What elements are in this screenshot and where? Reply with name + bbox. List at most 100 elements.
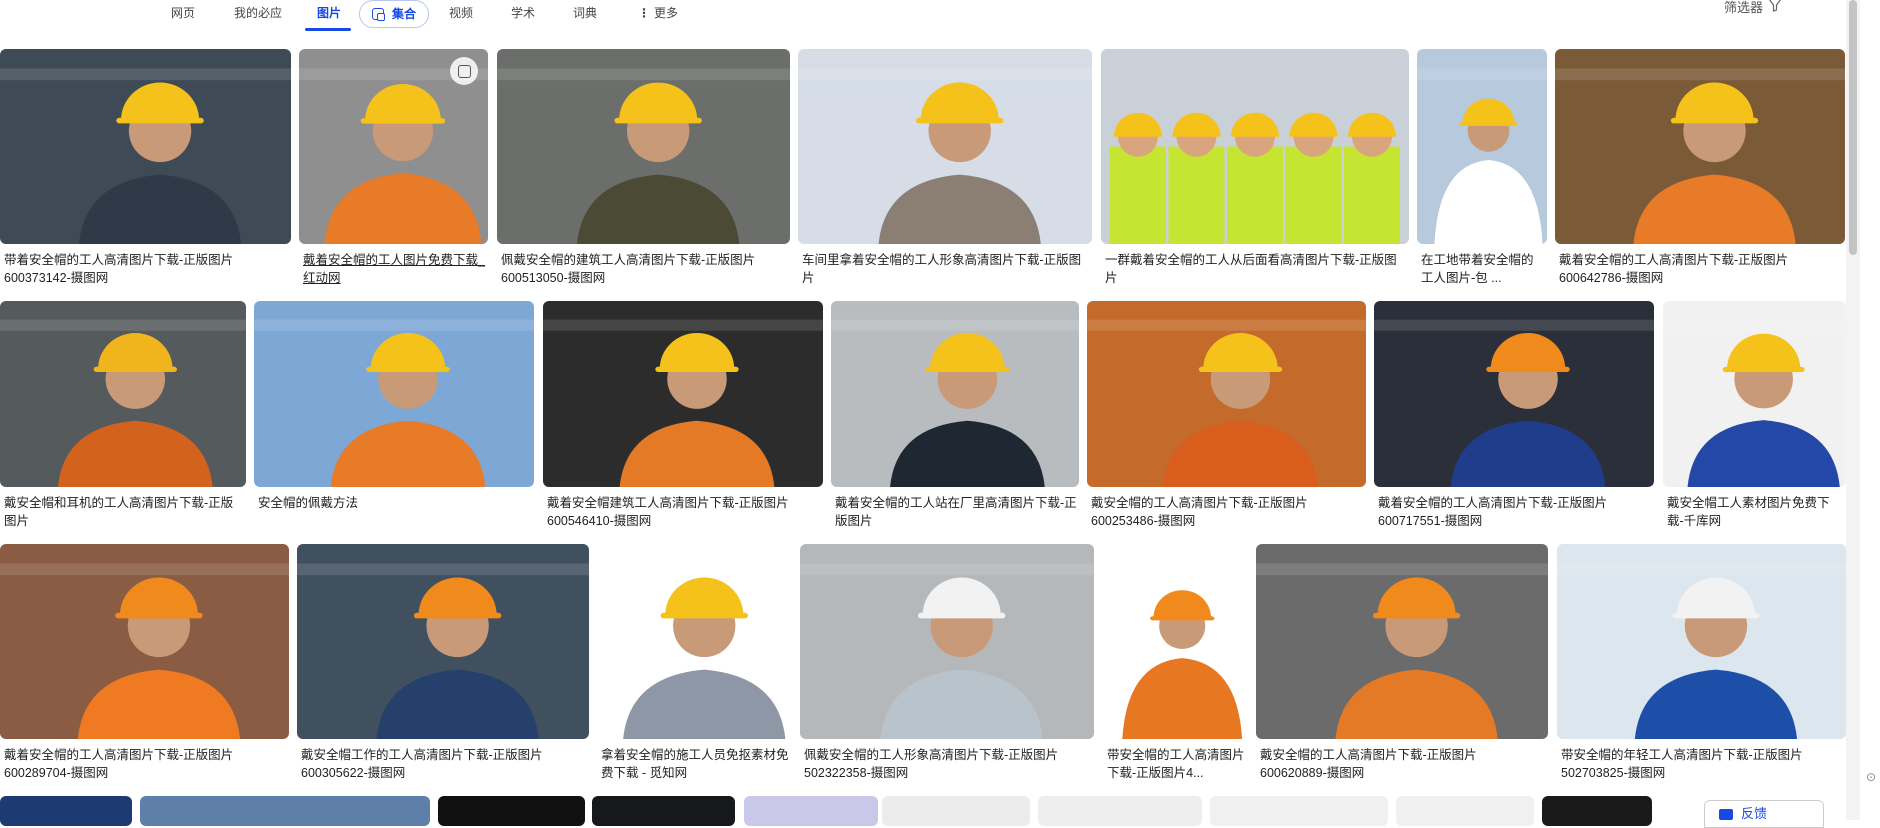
image-result-card[interactable]: 在工地带着安全帽的工人图片-包 ... [1417, 49, 1547, 291]
add-to-collection-icon[interactable] [450, 57, 478, 85]
image-result-card[interactable]: 一群戴着安全帽的工人从后面看高清图片下载-正版图片502598119-摄图网 [1101, 49, 1409, 291]
result-thumbnail[interactable] [438, 796, 585, 826]
result-caption[interactable]: 戴安全帽的工人高清图片下载-正版图片 600620889-摄图网 [1260, 746, 1546, 782]
tab-dictionary[interactable]: 词典 [573, 0, 597, 32]
image-result-card[interactable]: 带安全帽的工人高清图片下载-正版图片4... [1103, 544, 1247, 786]
tab-my-bing[interactable]: 我的必应 [234, 0, 282, 32]
result-thumbnail[interactable] [597, 544, 792, 739]
image-result-card[interactable]: 佩戴安全帽的工人形象高清图片下载-正版图片 502322358-摄图网 [800, 544, 1094, 786]
image-result-card[interactable]: 戴安全帽的工人高清图片下载-正版图片 600620889-摄图网 [1256, 544, 1548, 786]
image-result-card[interactable]: 戴安全帽的工人高清图片下载-正版图片 600253486-摄图网 [1087, 301, 1366, 534]
result-caption[interactable]: 戴着安全帽的工人高清图片下载-正版图片 600289704-摄图网 [4, 746, 287, 782]
result-thumbnail[interactable] [1557, 544, 1846, 739]
result-caption[interactable]: 在工地带着安全帽的工人图片-包 ... [1421, 251, 1545, 287]
result-thumbnail[interactable] [800, 544, 1094, 739]
result-caption[interactable]: 拿着安全帽的施工人员免抠素材免费下载 - 觅知网 [601, 746, 790, 782]
image-result-card[interactable]: 戴着安全帽的工人高清图片下载-正版图片 600717551-摄图网 [1374, 301, 1654, 534]
image-result-card[interactable]: 佩戴安全帽的建筑工人高清图片下载-正版图片 600513050-摄图网 [497, 49, 790, 291]
caption-title: 戴着安全帽的工人站在厂里高清图片下载-正版图片 [835, 496, 1077, 528]
tab-videos[interactable]: 视频 [449, 0, 473, 32]
result-caption[interactable]: 带着安全帽的工人高清图片下载-正版图片 600373142-摄图网 [4, 251, 289, 287]
filter-funnel-icon[interactable] [1768, 0, 1782, 12]
result-thumbnail[interactable] [592, 796, 735, 826]
image-result-card[interactable]: 带着安全帽的工人高清图片下载-正版图片 600373142-摄图网 [0, 49, 291, 291]
scrollbar-thumb[interactable] [1849, 0, 1857, 255]
result-caption[interactable]: 戴安全帽的工人高清图片下载-正版图片 600253486-摄图网 [1091, 494, 1364, 530]
result-thumbnail[interactable] [1663, 301, 1846, 487]
result-thumbnail[interactable] [1542, 796, 1652, 826]
result-thumbnail[interactable] [0, 796, 132, 826]
result-thumbnail[interactable] [1210, 796, 1388, 826]
caption-title: 拿着安全帽的施工人员免抠素材免费下载 - 觅知网 [601, 748, 789, 780]
image-result-card[interactable]: 戴着安全帽建筑工人高清图片下载-正版图片 600546410-摄图网 [543, 301, 823, 534]
feedback-icon [1719, 809, 1733, 820]
result-caption[interactable]: 一群戴着安全帽的工人从后面看高清图片下载-正版图片502598119-摄图网 [1105, 251, 1407, 287]
caption-title: 佩戴安全帽的建筑工人高清图片下载-正版图片 [501, 253, 756, 267]
result-caption[interactable]: 车间里拿着安全帽的工人形象高清图片下载-正版图片502362147-摄图网 [802, 251, 1090, 287]
result-thumbnail[interactable] [1555, 49, 1845, 244]
result-thumbnail[interactable] [1417, 49, 1547, 244]
result-thumbnail[interactable] [1374, 301, 1654, 487]
result-thumbnail[interactable] [254, 301, 534, 487]
caption-title: 戴安全帽的工人高清图片下载-正版图片 [1260, 748, 1477, 762]
result-caption[interactable]: 带安全帽的年轻工人高清图片下载-正版图片 502703825-摄图网 [1561, 746, 1844, 782]
image-result-card[interactable]: 戴着安全帽的工人站在厂里高清图片下载-正版图片501818134-摄图网 [831, 301, 1079, 534]
result-thumbnail[interactable] [1396, 796, 1534, 826]
result-thumbnail[interactable] [744, 796, 878, 826]
result-caption[interactable]: 带安全帽的工人高清图片下载-正版图片4... [1107, 746, 1245, 782]
caption-title: 戴安全帽工作的工人高清图片下载-正版图片 [301, 748, 543, 762]
result-caption[interactable]: 戴着安全帽的工人图片免费下载_红动网 [303, 251, 486, 287]
image-result-card[interactable]: 戴着安全帽的工人高清图片下载-正版图片 600289704-摄图网 [0, 544, 289, 786]
result-thumbnail[interactable] [0, 301, 246, 487]
tab-more[interactable]: ⋮ 更多 [638, 0, 678, 32]
more-dots-icon: ⋮ [638, 6, 650, 20]
caption-title: 带安全帽的工人高清图片下载-正版图片4... [1107, 748, 1245, 780]
caption-title: 车间里拿着安全帽的工人形象高清图片下载-正版图片 [802, 253, 1082, 285]
result-caption[interactable]: 佩戴安全帽的工人形象高清图片下载-正版图片 502322358-摄图网 [804, 746, 1092, 782]
result-thumbnail[interactable] [798, 49, 1092, 244]
result-thumbnail[interactable] [1103, 544, 1247, 739]
result-caption[interactable]: 戴着安全帽建筑工人高清图片下载-正版图片 600546410-摄图网 [547, 494, 821, 530]
tab-academic[interactable]: 学术 [511, 0, 535, 32]
collections-button[interactable]: 集合 [359, 0, 429, 28]
image-result-card[interactable]: 拿着安全帽的施工人员免抠素材免费下载 - 觅知网 [597, 544, 792, 786]
image-result-card[interactable]: 戴着安全帽的工人图片免费下载_红动网 [299, 49, 488, 291]
result-thumbnail[interactable] [297, 544, 589, 739]
result-thumbnail[interactable] [1256, 544, 1548, 739]
result-thumbnail[interactable] [1101, 49, 1409, 244]
caption-title: 戴安全帽的工人高清图片下载-正版图片 [1091, 496, 1308, 510]
result-thumbnail[interactable] [0, 49, 291, 244]
image-result-card[interactable]: 戴着安全帽的工人高清图片下载-正版图片 600642786-摄图网 [1555, 49, 1845, 291]
image-result-card[interactable]: 戴安全帽工人素材图片免费下载-千库网 [1663, 301, 1846, 534]
result-caption[interactable]: 戴着安全帽的工人站在厂里高清图片下载-正版图片501818134-摄图网 [835, 494, 1077, 530]
tab-web[interactable]: 网页 [171, 0, 195, 32]
image-result-card[interactable]: 戴安全帽和耳机的工人高清图片下载-正版图片501818136-摄图网 [0, 301, 246, 534]
caption-source: 600620889-摄图网 [1260, 766, 1365, 780]
result-caption[interactable]: 戴安全帽和耳机的工人高清图片下载-正版图片501818136-摄图网 [4, 494, 244, 530]
result-caption[interactable]: 佩戴安全帽的建筑工人高清图片下载-正版图片 600513050-摄图网 [501, 251, 788, 287]
image-result-card[interactable]: 安全帽的佩戴方法 [254, 301, 534, 534]
result-caption[interactable]: 戴安全帽工人素材图片免费下载-千库网 [1667, 494, 1844, 530]
image-result-card[interactable]: 车间里拿着安全帽的工人形象高清图片下载-正版图片502362147-摄图网 [798, 49, 1092, 291]
caption-title: 安全帽的佩戴方法 [258, 496, 359, 510]
scrollbar[interactable] [1846, 0, 1860, 820]
result-thumbnail[interactable] [831, 301, 1079, 487]
image-result-card[interactable]: 带安全帽的年轻工人高清图片下载-正版图片 502703825-摄图网 [1557, 544, 1846, 786]
result-thumbnail[interactable] [140, 796, 430, 826]
result-thumbnail[interactable] [0, 544, 289, 739]
result-thumbnail[interactable] [1038, 796, 1202, 826]
result-thumbnail[interactable] [1087, 301, 1366, 487]
result-caption[interactable]: 戴安全帽工作的工人高清图片下载-正版图片 600305622-摄图网 [301, 746, 587, 782]
image-result-card[interactable]: 戴安全帽工作的工人高清图片下载-正版图片 600305622-摄图网 [297, 544, 589, 786]
caption-title: 戴着安全帽的工人高清图片下载-正版图片 [1559, 253, 1789, 267]
search-vertical-nav: 网页 我的必应 图片 集合 视频 学术 词典 ⋮ 更多 筛选器 [0, 0, 1880, 36]
result-caption[interactable]: 安全帽的佩戴方法 [258, 494, 532, 512]
result-caption[interactable]: 戴着安全帽的工人高清图片下载-正版图片 600642786-摄图网 [1559, 251, 1843, 287]
caption-source: 502322358-摄图网 [804, 766, 909, 780]
feedback-button[interactable]: 反馈 [1704, 800, 1824, 828]
result-caption[interactable]: 戴着安全帽的工人高清图片下载-正版图片 600717551-摄图网 [1378, 494, 1652, 530]
result-thumbnail[interactable] [543, 301, 823, 487]
filter-button[interactable]: 筛选器 [1724, 0, 1763, 16]
result-thumbnail[interactable] [882, 796, 1030, 826]
result-thumbnail[interactable] [497, 49, 790, 244]
